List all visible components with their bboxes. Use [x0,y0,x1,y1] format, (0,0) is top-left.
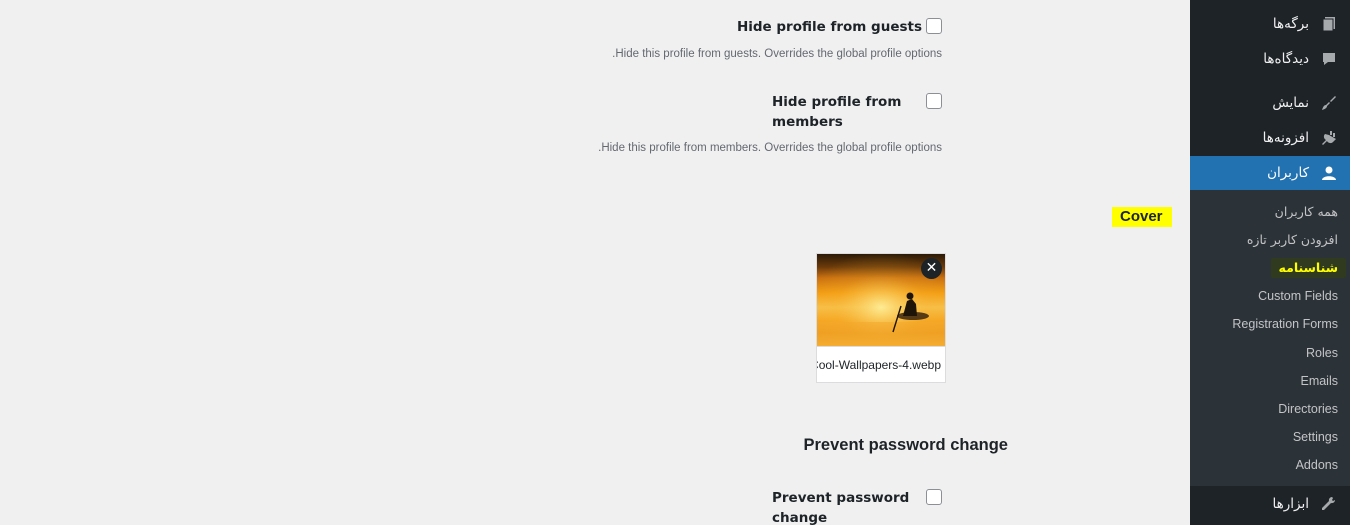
comments-icon [1319,49,1339,69]
sidebar-item-comments[interactable]: دیدگاه‌ها [1190,42,1350,76]
submenu-roles[interactable]: Roles [1306,345,1338,361]
submenu-add-new-user[interactable]: افزودن کاربر تازه [1247,232,1338,248]
cover-image-preview[interactable]: Cool-Wallpapers-4.webp ✕ [816,253,946,383]
submenu-addons[interactable]: Addons [1296,457,1338,473]
hide-from-guests-option[interactable]: Hide profile from guests [737,17,942,37]
sidebar-item-label: برگه‌ها [1272,16,1309,32]
sidebar-item-plugins[interactable]: افزونه‌ها [1190,121,1350,155]
hide-from-guests-label: Hide profile from guests [736,19,922,35]
prevent-password-heading: Prevent password change [803,436,1009,454]
cover-filename: Cool-Wallpapers-4.webp [817,346,945,382]
sidebar-item-label: نمایش [1272,95,1309,111]
pages-icon [1319,14,1339,34]
sidebar-item-label: افزونه‌ها [1262,130,1309,146]
prevent-password-option[interactable]: Prevent password change [772,488,942,525]
submenu-settings[interactable]: Settings [1293,429,1338,445]
plugins-icon [1319,128,1339,148]
sidebar-item-appearance[interactable]: نمایش [1190,86,1350,120]
users-icon [1319,163,1339,183]
hide-from-members-checkbox[interactable] [926,93,942,109]
prevent-password-checkbox[interactable] [926,489,942,505]
prevent-password-label: Prevent password change [772,490,910,525]
hide-from-guests-description: Hide this profile from guests. Overrides… [612,48,942,60]
submenu-emails[interactable]: Emails [1300,373,1338,389]
sidebar-item-label: کاربران [1267,165,1309,181]
cover-heading: Cover [1112,207,1172,227]
profile-settings-content: Hide profile from guests Hide this profi… [0,0,1190,525]
submenu-profile[interactable]: شناسنامه [1270,258,1346,278]
remove-cover-icon[interactable]: ✕ [921,258,942,279]
hide-from-guests-checkbox[interactable] [926,18,942,34]
sidebar-item-pages[interactable]: برگه‌ها [1190,7,1350,41]
submenu-registration-forms[interactable]: Registration Forms [1232,316,1338,332]
sidebar-item-label: دیدگاه‌ها [1263,51,1309,67]
users-submenu: همه کاربران افزودن کاربر تازه شناسنامه C… [1190,190,1350,486]
admin-sidebar: برگه‌ها دیدگاه‌ها نمایش افزونه‌ها کاربرا… [1182,0,1350,525]
sidebar-item-tools[interactable]: ابزارها [1190,487,1350,521]
hide-from-members-option[interactable]: Hide profile from members [772,92,942,132]
tools-icon [1319,494,1339,514]
submenu-directories[interactable]: Directories [1278,401,1338,417]
sidebar-item-users[interactable]: کاربران [1182,156,1350,190]
active-indicator-arrow [1182,165,1190,181]
submenu-all-users[interactable]: همه کاربران [1275,204,1338,220]
hide-from-members-description: Hide this profile from members. Override… [598,142,942,154]
appearance-icon [1319,93,1339,113]
hide-from-members-label: Hide profile from members [772,94,902,130]
submenu-custom-fields[interactable]: Custom Fields [1258,288,1338,304]
sidebar-item-label: ابزارها [1272,496,1309,512]
